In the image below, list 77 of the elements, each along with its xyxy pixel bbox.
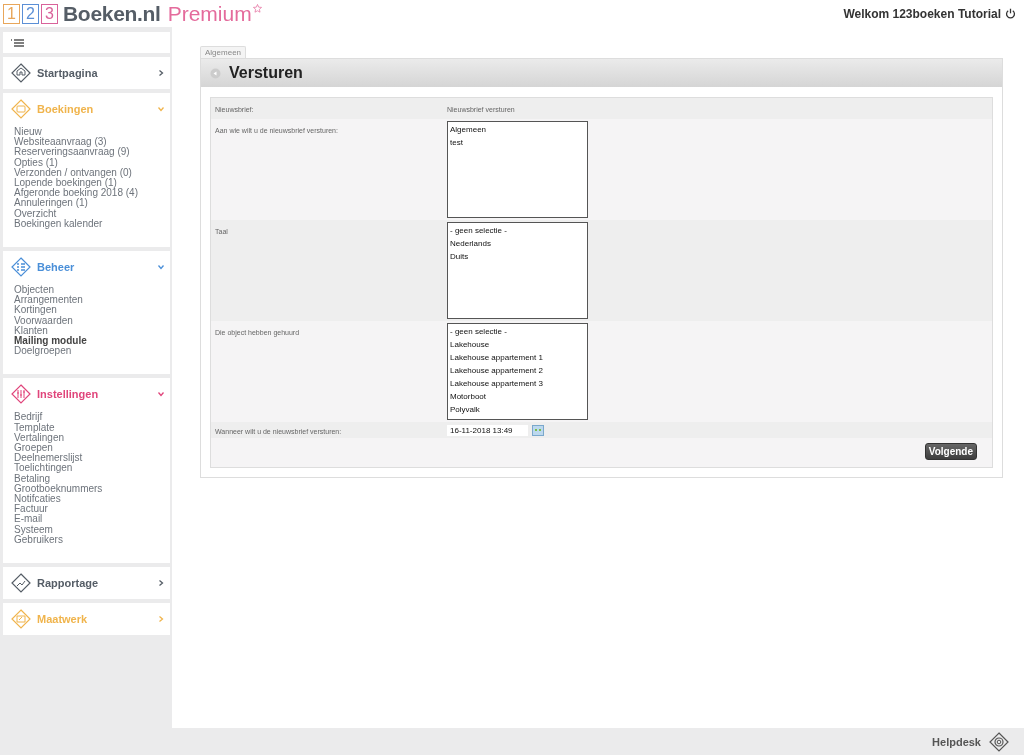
- list-option[interactable]: - geen selectie -: [450, 325, 585, 338]
- section-header[interactable]: Startpagina: [3, 61, 170, 85]
- logo-name: Boeken.nl: [63, 1, 161, 26]
- chevron-down-icon: [158, 264, 164, 271]
- sidebar-link[interactable]: Lopende boekingen (1): [14, 178, 170, 189]
- sidebar-link[interactable]: Overzicht: [14, 208, 170, 219]
- section-header[interactable]: Instellingen: [3, 382, 170, 407]
- home-diamond-icon: [11, 63, 31, 83]
- tab[interactable]: Algemeen: [200, 46, 247, 58]
- list-box[interactable]: - geen selectie - Nederlands Duits: [447, 222, 588, 319]
- section-header[interactable]: Beheer: [3, 255, 170, 280]
- sidebar-link[interactable]: Klanten: [14, 325, 170, 337]
- sidebar-link[interactable]: Websiteaanvraag (3): [14, 137, 170, 148]
- sidebar-link[interactable]: Vertalingen: [14, 432, 170, 444]
- sidebar-link[interactable]: Arrangementen: [14, 295, 170, 306]
- list-option[interactable]: - geen selectie -: [450, 224, 585, 237]
- sidebar-link[interactable]: Annuleringen (1): [14, 198, 170, 209]
- list-option[interactable]: Algemeen: [450, 123, 585, 136]
- list-option[interactable]: Lakehouse appartement 2: [450, 364, 585, 377]
- chevron-right-icon: [158, 616, 164, 623]
- list-option[interactable]: Duits: [450, 250, 585, 263]
- list-option[interactable]: test: [450, 136, 585, 149]
- chevron-down-icon: [158, 106, 164, 112]
- welcome-text: Welkom 123boeken Tutorial: [843, 6, 1001, 21]
- sidebar-link[interactable]: Verzonden / ontvangen (0): [14, 167, 170, 178]
- sidebar-link[interactable]: Systeem: [14, 524, 170, 535]
- sidebar-link[interactable]: Kortingen: [14, 305, 170, 316]
- list-option[interactable]: Polyvalk: [450, 403, 585, 416]
- sliders-diamond-icon: [11, 384, 31, 405]
- sidebar-link[interactable]: Gebruikers: [14, 534, 170, 546]
- list-option[interactable]: Nederlands: [450, 237, 585, 250]
- sidebar-link[interactable]: Voorwaarden: [14, 315, 170, 326]
- sidebar-link[interactable]: Boekingen kalender: [14, 218, 170, 230]
- logo-subtitle: Premium: [167, 1, 252, 26]
- logo-digit: 3: [41, 3, 58, 24]
- sidebar-link[interactable]: Betaling: [14, 473, 170, 484]
- list-box[interactable]: Algemeen test: [447, 121, 588, 218]
- edit-diamond-icon: [11, 609, 31, 630]
- menu-toggle[interactable]: [3, 32, 170, 53]
- sidebar-link[interactable]: Mailing module: [14, 336, 170, 347]
- helpdesk-link[interactable]: Helpdesk: [932, 735, 981, 748]
- list-diamond-icon: [11, 257, 31, 278]
- sidebar-link[interactable]: Notifcaties: [14, 494, 170, 505]
- list-option[interactable]: Lakehouse appartement 1: [450, 351, 585, 364]
- next-button[interactable]: Volgende: [924, 443, 977, 460]
- sidebar-link[interactable]: Factuur: [14, 504, 170, 515]
- sidebar-link[interactable]: Afgeronde boeking 2018 (4): [14, 188, 170, 199]
- sidebar-link[interactable]: Groepen: [14, 443, 170, 454]
- chevron-down-icon: [158, 391, 164, 398]
- panel-header: Versturen: [201, 59, 1002, 87]
- sidebar-link[interactable]: Template: [14, 422, 170, 433]
- sidebar-link[interactable]: Doelgroepen: [14, 346, 170, 357]
- chevron-right-icon: [158, 70, 164, 76]
- lifebuoy-diamond-icon[interactable]: [989, 731, 1009, 752]
- star-icon: [252, 3, 262, 13]
- date-field[interactable]: 16-11-2018 13:49: [447, 425, 528, 436]
- list-option[interactable]: Motorboot: [450, 390, 585, 403]
- logo-digit: 1: [3, 3, 20, 24]
- chevron-right-icon: [158, 580, 164, 587]
- sidebar-link[interactable]: Opties (1): [14, 157, 170, 168]
- sidebar-link[interactable]: E-mail: [14, 514, 170, 525]
- list-option[interactable]: Lakehouse: [450, 338, 585, 351]
- chart-diamond-icon: [11, 573, 31, 594]
- sidebar-link[interactable]: Nieuw: [14, 127, 170, 138]
- calendar-diamond-icon: [11, 99, 31, 119]
- sidebar-link[interactable]: Reserveringsaanvraag (9): [14, 147, 170, 158]
- section-header[interactable]: Rapportage: [3, 571, 170, 596]
- logo-digit: 2: [22, 3, 39, 24]
- list-option[interactable]: Lakehouse appartement 3: [450, 377, 585, 390]
- sidebar-link[interactable]: Bedrijf: [14, 412, 170, 423]
- sidebar-link[interactable]: Toelichtingen: [14, 463, 170, 474]
- power-icon[interactable]: [1005, 8, 1016, 19]
- menu-icon[interactable]: [11, 38, 24, 47]
- sidebar-link[interactable]: Deelnemerslijst: [14, 453, 170, 464]
- list-box[interactable]: - geen selectie - Lakehouse Lakehouse appartement 1 Lakehouse appartement 2 Lakehouse appartement 3 Motorboot Polyvalk: [447, 323, 588, 420]
- sidebar-link[interactable]: Objecten: [14, 285, 170, 296]
- sidebar-link[interactable]: Grootboeknummers: [14, 483, 170, 495]
